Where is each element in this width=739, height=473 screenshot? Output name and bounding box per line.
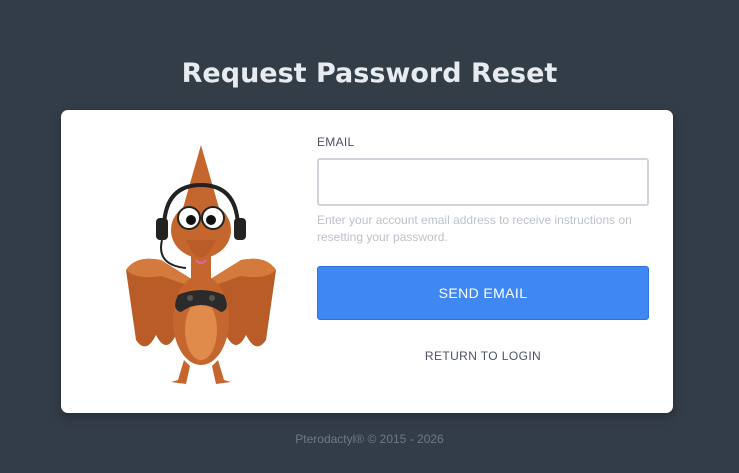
footer-copyright: Pterodactyl® © 2015 - 2026 [295, 432, 444, 446]
pterodactyl-mascot-icon [126, 145, 276, 384]
reset-card: EMAIL Enter your account email address t… [61, 110, 673, 413]
send-email-button[interactable]: SEND EMAIL [317, 266, 649, 320]
page-title: Request Password Reset [181, 58, 558, 89]
return-to-login-link[interactable]: RETURN TO LOGIN [317, 349, 649, 363]
email-helper-text: Enter your account email address to rece… [317, 213, 632, 244]
email-input[interactable] [317, 158, 649, 206]
email-label: EMAIL [317, 135, 355, 149]
